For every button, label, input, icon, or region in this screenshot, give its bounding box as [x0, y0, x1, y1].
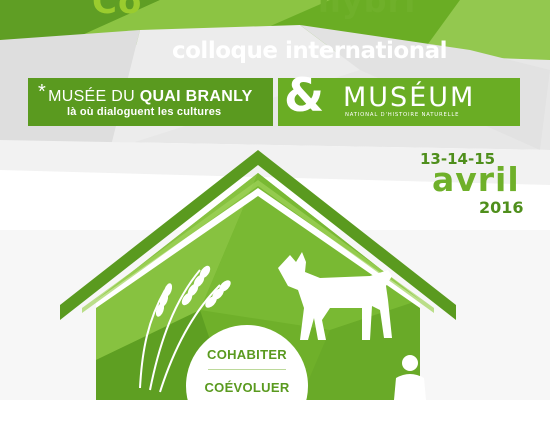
partner1-name-part-a: MUSÉE DU — [48, 88, 140, 105]
theme-cohabiter: COHABITER — [207, 347, 287, 362]
theme-divider — [208, 369, 286, 370]
partner1-name-part-b: QUAI BRANLY — [139, 88, 253, 105]
partner1-name: * MUSÉE DU QUAI BRANLY — [38, 81, 253, 107]
star-icon: * — [38, 81, 47, 103]
title-fragment-right: hybri — [318, 0, 417, 20]
partner1-tagline: là où dialoguent les cultures — [67, 106, 222, 118]
ampersand: & — [284, 68, 325, 122]
partner2-name: MUSÉUM — [343, 82, 476, 113]
theme-coevoluer: COÉVOLUER — [204, 380, 290, 395]
event-month: avril — [432, 160, 520, 199]
colloque-heading: colloque international — [172, 38, 448, 64]
title-fragment-left: Co — [92, 0, 143, 22]
poster: Co hybri colloque international * MUSÉE D… — [0, 0, 550, 447]
partner2-subtitle: NATIONAL D'HISTOIRE NATURELLE — [345, 112, 460, 118]
event-year: 2016 — [479, 198, 524, 217]
